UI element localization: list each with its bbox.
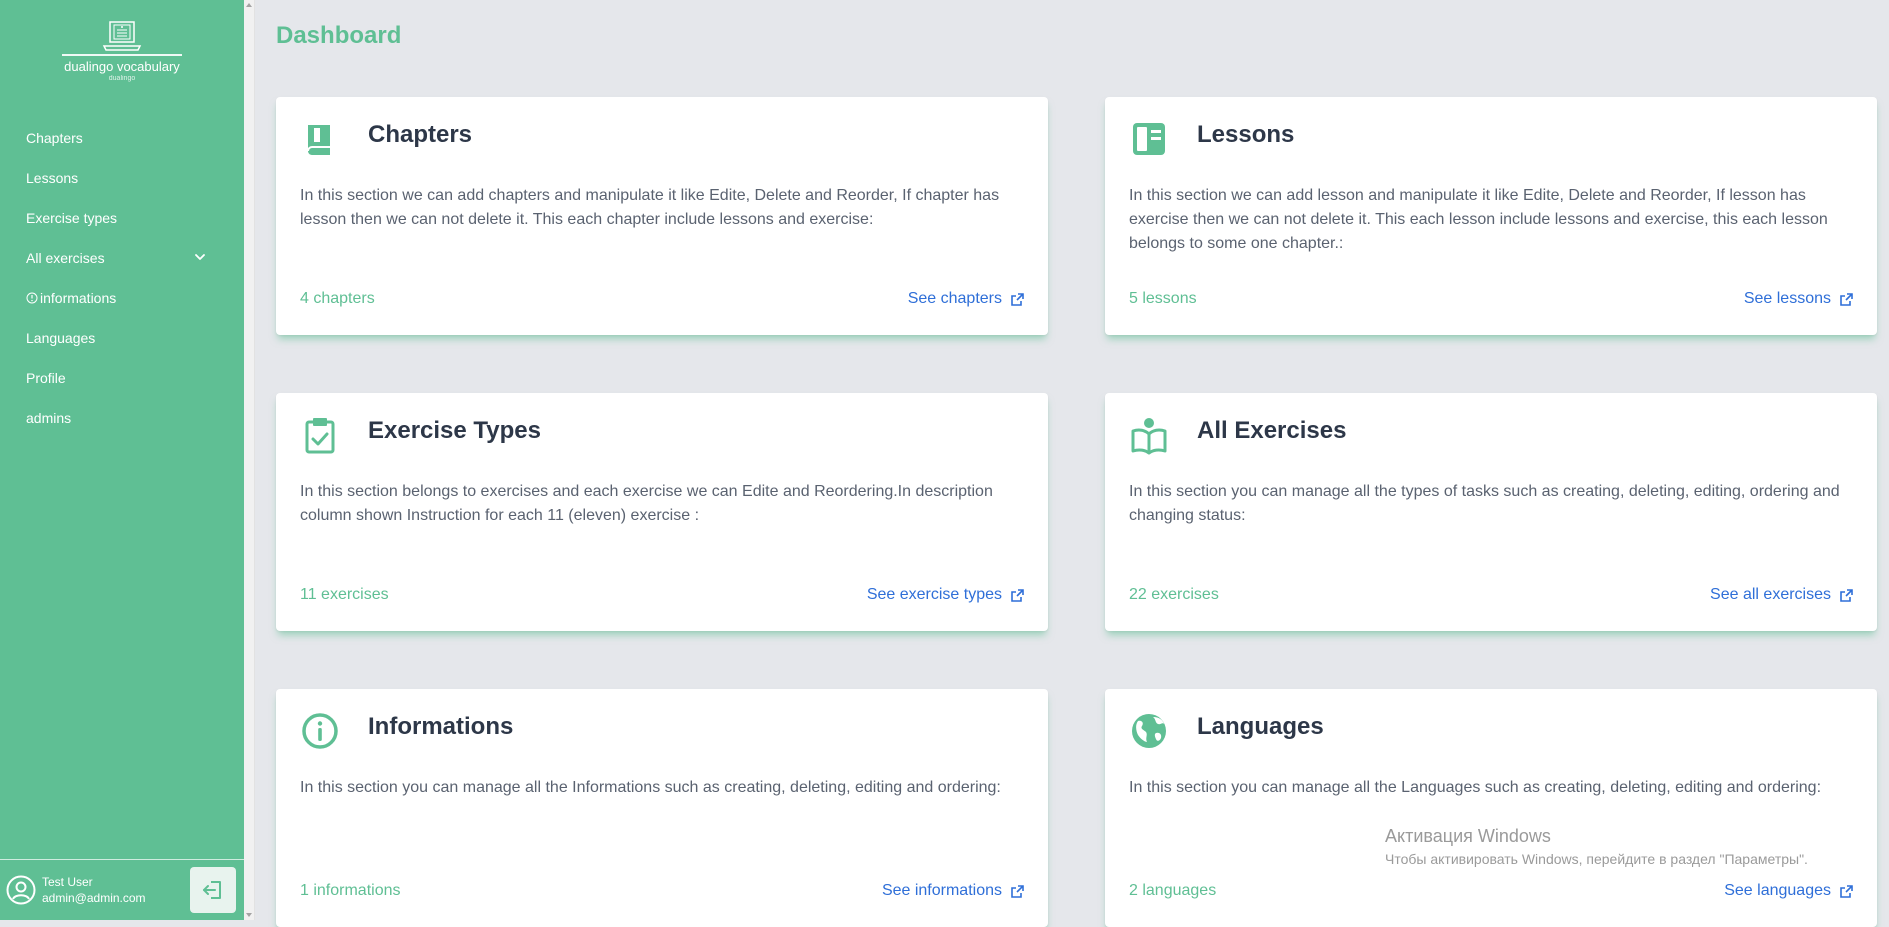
logout-icon	[203, 881, 221, 899]
card-title: Lessons	[1197, 121, 1295, 148]
user-panel: Test User admin@admin.com	[0, 859, 244, 920]
info-icon	[26, 292, 38, 304]
windows-activation-watermark: Активация Windows Чтобы активировать Win…	[1385, 826, 1808, 867]
card-all-exercises: All Exercises In this section you can ma…	[1105, 393, 1877, 631]
link-label: See lessons	[1743, 290, 1831, 307]
see-chapters-link[interactable]: See chapters	[908, 290, 1024, 308]
sidebar-item-exercise-types[interactable]: Exercise types	[0, 198, 244, 238]
sidebar-item-admins[interactable]: admins	[0, 398, 244, 438]
sidebar-item-chapters[interactable]: Chapters	[0, 118, 244, 158]
card-lessons: Lessons In this section we can add lesso…	[1105, 97, 1877, 335]
info-circle-icon	[302, 713, 338, 749]
sidebar-item-label: Exercise types	[26, 210, 118, 226]
external-link-icon	[1011, 884, 1024, 898]
sidebar-item-label: Profile	[26, 370, 66, 386]
watermark-title: Активация Windows	[1385, 826, 1551, 846]
card-informations: Informations In this section you can man…	[276, 689, 1048, 927]
external-link-icon	[1840, 292, 1853, 306]
user-avatar-icon	[6, 875, 36, 905]
brand-name: dualingo vocabulary	[64, 59, 180, 74]
card-chapters: Chapters In this section we can add chap…	[276, 97, 1048, 335]
card-count: 2 languages	[1129, 882, 1217, 899]
card-count: 1 informations	[300, 882, 401, 899]
clipboard-check-icon	[305, 418, 335, 454]
card-title: Chapters	[368, 121, 473, 148]
scroll-down-icon[interactable]	[246, 913, 252, 917]
chevron-down-icon	[195, 254, 205, 260]
card-title: All Exercises	[1197, 417, 1347, 444]
page-title: Dashboard	[276, 22, 402, 49]
link-label: See chapters	[907, 290, 1002, 307]
sidebar-item-label: Lessons	[26, 170, 79, 186]
sidebar-item-label: Languages	[26, 330, 96, 346]
sidebar-item-profile[interactable]: Profile	[0, 358, 244, 398]
card-description: In this section belongs to exercises and…	[300, 483, 993, 524]
scrollbar[interactable]	[244, 0, 255, 920]
card-description: In this section we can add chapters and …	[300, 187, 1000, 228]
sidebar-item-lessons[interactable]: Lessons	[0, 158, 244, 198]
book-icon	[307, 125, 330, 155]
card-languages: Languages In this section you can manage…	[1105, 689, 1877, 927]
user-info: Test User admin@admin.com	[42, 874, 146, 906]
sidebar-item-label: Chapters	[26, 130, 83, 146]
card-title: Languages	[1197, 713, 1324, 740]
link-label: See informations	[881, 882, 1002, 899]
logout-button[interactable]	[190, 867, 236, 913]
see-informations-link[interactable]: See informations	[882, 882, 1024, 900]
link-label: See all exercises	[1710, 586, 1831, 603]
sidebar-item-informations[interactable]: informations	[0, 278, 244, 318]
watermark-text: Чтобы активировать Windows, перейдите в …	[1385, 851, 1808, 867]
card-exercise-types: Exercise Types In this section belongs t…	[276, 393, 1048, 631]
external-link-icon	[1840, 884, 1853, 898]
card-count: 11 exercises	[300, 586, 389, 603]
book-open-page-icon	[1133, 123, 1165, 155]
card-description: In this section you can manage all the t…	[1129, 483, 1840, 524]
globe-icon	[1132, 714, 1166, 748]
scroll-up-icon[interactable]	[246, 3, 252, 7]
logo-divider	[62, 54, 182, 56]
brand-sub: dualingo	[108, 75, 136, 82]
link-label: See languages	[1724, 882, 1831, 899]
sidebar-item-label: informations	[40, 290, 117, 306]
card-description: In this section you can manage all the I…	[300, 779, 1001, 796]
laptop-book-icon	[102, 21, 142, 51]
card-count: 4 chapters	[300, 290, 375, 307]
brand-logo[interactable]: dualingo vocabulary dualingo	[0, 20, 244, 82]
sidebar-item-all-exercises[interactable]: All exercises	[0, 238, 244, 278]
sidebar-item-languages[interactable]: Languages	[0, 318, 244, 358]
card-description: In this section we can add lesson and ma…	[1129, 187, 1828, 252]
card-count: 22 exercises	[1129, 586, 1219, 603]
sidebar-item-label: admins	[26, 410, 72, 426]
see-exercise-types-link[interactable]: See exercise types	[867, 586, 1024, 604]
card-title: Exercise Types	[368, 417, 542, 444]
link-label: See exercise types	[866, 586, 1002, 603]
user-email: admin@admin.com	[42, 891, 146, 905]
external-link-icon	[1011, 292, 1024, 306]
user-name: Test User	[42, 875, 93, 889]
sidebar-item-label: All exercises	[26, 250, 105, 266]
sidebar-nav: Chapters Lessons Exercise types All exer…	[0, 118, 244, 438]
sidebar: dualingo vocabulary dualingo Chapters Le…	[0, 0, 244, 920]
external-link-icon	[1840, 588, 1853, 602]
external-link-icon	[1011, 588, 1024, 602]
card-description: In this section you can manage all the L…	[1129, 779, 1822, 796]
reader-icon	[1131, 418, 1167, 455]
see-all-exercises-link[interactable]: See all exercises	[1710, 586, 1853, 604]
see-languages-link[interactable]: See languages	[1724, 882, 1853, 900]
see-lessons-link[interactable]: See lessons	[1744, 290, 1853, 308]
card-title: Informations	[368, 713, 514, 740]
card-count: 5 lessons	[1129, 290, 1197, 307]
